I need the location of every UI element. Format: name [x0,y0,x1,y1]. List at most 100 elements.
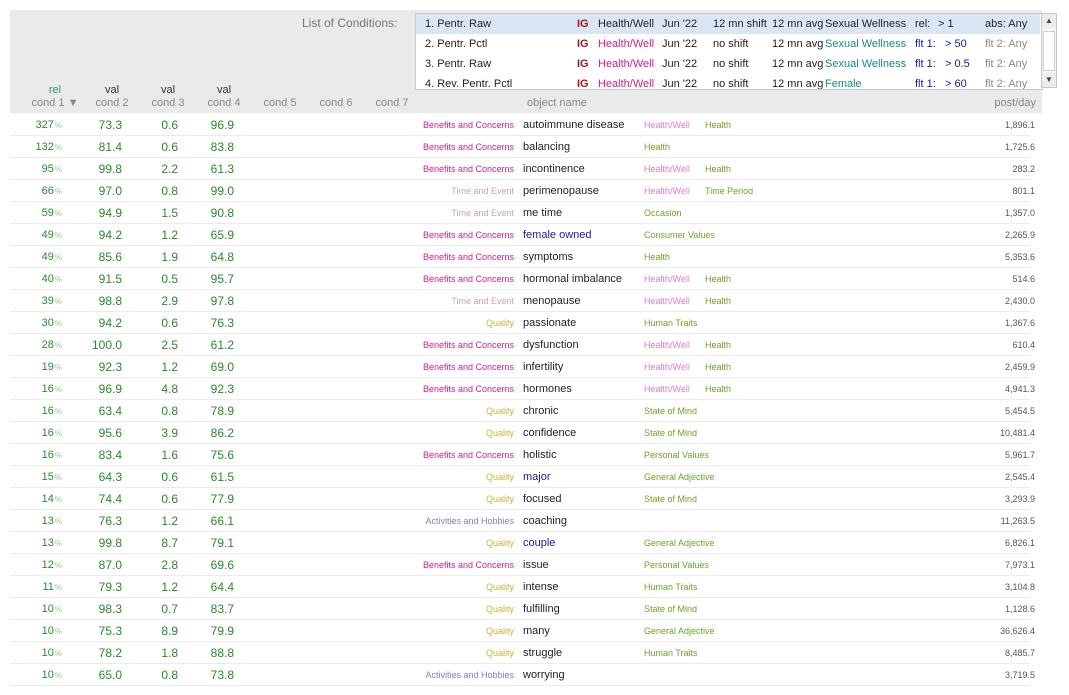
table-row[interactable]: 10% 98.3 0.7 83.7 Quality fulfilling State of … [10,598,1035,620]
rel-value: 59 [41,207,54,219]
percent-sign: % [54,297,62,306]
condition-name: 1. Pentr. Raw [425,18,492,30]
condition-avg: 12 mn avg [772,58,824,70]
cond-2-value: 100.0 [91,338,122,352]
table-row[interactable]: 12% 87.0 2.8 69.6 Benefits and Concerns issue… [10,554,1035,576]
cond-2-value: 91.5 [98,272,122,286]
scroll-up-icon[interactable]: ▲ [1042,14,1056,28]
rel-value: 16 [41,449,54,461]
post-per-day-value: 11,263.5 [1000,516,1035,526]
cond-3-value: 1.9 [161,250,178,264]
condition-row[interactable]: 1. Pentr. Raw IG Health/Well Jun '22 12 mn s… [416,14,1040,34]
cond-4-value: 64.8 [210,250,234,264]
percent-sign: % [54,165,62,174]
table-row[interactable]: 19% 92.3 1.2 69.0 Benefits and Concerns infer… [10,356,1035,378]
condition-row[interactable]: 2. Pentr. Pctl IG Health/Well Jun '22 no shi… [416,34,1040,54]
scroll-thumb[interactable] [1043,31,1055,71]
table-row[interactable]: 13% 99.8 8.7 79.1 Quality couple General Adjec… [10,532,1035,554]
condition-name: 3. Pentr. Raw [425,58,492,70]
condition-category: Health/Well [598,58,655,70]
post-per-day-value: 1,357.0 [1004,208,1035,218]
table-row[interactable]: 16% 83.4 1.6 75.6 Benefits and Concerns holis… [10,444,1035,466]
column-header-cond-3[interactable]: val cond 3 [144,84,192,110]
cond-2-value: 75.3 [98,624,122,638]
group-label: Quality [485,428,514,438]
cond-3-value: 1.2 [161,514,178,528]
column-header-cond-4-label: cond 4 [207,97,241,109]
percent-sign: % [54,671,62,680]
condition-filter-label: flt 1: [915,38,936,50]
group-label: Activities and Hobbies [425,516,514,526]
condition-ig-badge: IG [577,38,589,50]
object-name: infertility [523,361,564,373]
percent-sign: % [54,561,62,570]
table-row[interactable]: 59% 94.9 1.5 90.8 Time and Event me time Occas… [10,202,1035,224]
group-label: Activities and Hobbies [425,670,514,680]
subcategory-label: Health [705,384,732,394]
table-row[interactable]: 14% 74.4 0.6 77.9 Quality focused State of Min… [10,488,1035,510]
category-label: Health/Well [644,186,690,196]
condition-shift: 12 mn shift [713,18,767,30]
table-row[interactable]: 66% 97.0 0.8 99.0 Time and Event perimenopaus… [10,180,1035,202]
post-per-day-value: 5,454.5 [1004,406,1035,416]
object-name: worrying [523,669,565,681]
cond-3-value: 0.6 [161,492,178,506]
column-header-cond-6[interactable]: cond 6 [312,97,360,110]
column-header-post-per-day[interactable]: post/day [994,97,1036,109]
table-row[interactable]: 40% 91.5 0.5 95.7 Benefits and Concerns hormo… [10,268,1035,290]
post-per-day-value: 283.2 [1012,164,1035,174]
table-row[interactable]: 30% 94.2 0.6 76.3 Quality passionate Human Tra… [10,312,1035,334]
column-header-cond-1[interactable]: rel cond 1 ▼ [30,84,80,110]
post-per-day-value: 10,481.4 [999,428,1035,438]
category-label: Health/Well [644,164,690,174]
category-label: State of Mind [644,406,698,416]
conditions-scrollbar[interactable]: ▲ ▼ [1041,13,1057,88]
cond-4-value: 61.2 [210,338,234,352]
condition-row[interactable]: 4. Rev. Pentr. Pctl IG Health/Well Jun '22 n… [416,74,1040,89]
table-row[interactable]: 13% 76.3 1.2 66.1 Activities and Hobbies coac… [10,510,1035,532]
column-header-cond-7[interactable]: cond 7 [368,97,416,110]
post-per-day-value: 5,961.7 [1004,450,1035,460]
table-row[interactable]: 16% 96.9 4.8 92.3 Benefits and Concerns hormo… [10,378,1035,400]
object-name: me time [523,207,563,219]
scroll-down-icon[interactable]: ▼ [1042,73,1056,87]
object-name: dysfunction [523,339,579,351]
table-row[interactable]: 10% 75.3 8.9 79.9 Quality many General Adjecti… [10,620,1035,642]
group-label: Benefits and Concerns [422,340,514,350]
cond-4-value: 76.3 [210,316,234,330]
table-row[interactable]: 28% 100.0 2.5 61.2 Benefits and Concerns dysf… [10,334,1035,356]
table-row[interactable]: 16% 63.4 0.8 78.9 Quality chronic State of Min… [10,400,1035,422]
percent-sign: % [54,275,62,284]
table-row[interactable]: 49% 85.6 1.9 64.8 Benefits and Concerns sympt… [10,246,1035,268]
cond-4-value: 77.9 [210,492,234,506]
column-header-cond-4[interactable]: val cond 4 [200,84,248,110]
column-header-cond-2[interactable]: val cond 2 [88,84,136,110]
cond-2-value: 73.3 [98,118,122,132]
column-header-cond-5[interactable]: cond 5 [256,97,304,110]
cond-3-value: 0.6 [161,470,178,484]
percent-sign: % [54,209,62,218]
group-label: Quality [485,626,514,636]
category-label: General Adjective [644,626,715,636]
percent-sign: % [54,231,62,240]
table-row[interactable]: 95% 99.8 2.2 61.3 Benefits and Concerns incon… [10,158,1035,180]
table-row[interactable]: 11% 79.3 1.2 64.4 Quality intense Human Traits… [10,576,1035,598]
table-row[interactable]: 10% 65.0 0.8 73.8 Activities and Hobbies worr… [10,664,1035,686]
condition-row[interactable]: 3. Pentr. Raw IG Health/Well Jun '22 no shif… [416,54,1040,74]
table-row[interactable]: 327% 73.3 0.6 96.9 Benefits and Concerns auto… [10,114,1035,136]
table-row[interactable]: 15% 64.3 0.6 61.5 Quality major General Adject… [10,466,1035,488]
condition-date: Jun '22 [662,18,698,30]
rel-value: 327 [35,119,54,131]
percent-sign: % [54,539,62,548]
rel-value: 10 [41,603,54,615]
table-row[interactable]: 49% 94.2 1.2 65.9 Benefits and Concerns femal… [10,224,1035,246]
cond-3-value: 8.7 [161,536,178,550]
table-row[interactable]: 39% 98.8 2.9 97.8 Time and Event menopause Hea… [10,290,1035,312]
cond-4-value: 66.1 [210,514,234,528]
table-row[interactable]: 132% 81.4 0.6 83.8 Benefits and Concerns bala… [10,136,1035,158]
conditions-list[interactable]: 1. Pentr. Raw IG Health/Well Jun '22 12 mn s… [415,13,1043,90]
column-header-object-name[interactable]: object name [527,97,587,109]
cond-2-value: 65.0 [98,668,122,682]
table-row[interactable]: 16% 95.6 3.9 86.2 Quality confidence State of … [10,422,1035,444]
table-row[interactable]: 10% 78.2 1.8 88.8 Quality struggle Human Trait… [10,642,1035,664]
